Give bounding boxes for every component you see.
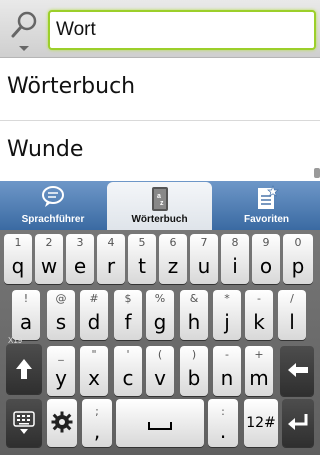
shift-arrow-icon: [16, 359, 32, 379]
tab-label: Sprachführer: [21, 214, 85, 225]
key-c[interactable]: ' c: [114, 346, 142, 396]
svg-text:z: z: [160, 200, 164, 207]
tab-woerterbuch[interactable]: a z Wörterbuch: [107, 182, 212, 230]
key-f[interactable]: $ f: [114, 290, 142, 340]
tab-favoriten[interactable]: Favoriten: [213, 181, 320, 230]
space-key[interactable]: [116, 399, 204, 447]
key-m[interactable]: + m: [245, 346, 273, 396]
key-k[interactable]: -k: [245, 290, 273, 340]
keyboard-icon: [13, 411, 35, 434]
space-bar-icon: [148, 422, 172, 430]
key-n[interactable]: -n: [213, 346, 241, 396]
tab-label: Wörterbuch: [131, 214, 188, 225]
favorites-list-icon: [257, 185, 279, 209]
result-item-text: Wunde: [7, 137, 84, 162]
key-e[interactable]: 3e: [66, 234, 94, 284]
scrollbar[interactable]: [314, 168, 320, 178]
key-v[interactable]: (v: [146, 346, 174, 396]
key-h[interactable]: & h: [180, 290, 208, 340]
key-z[interactable]: 6z: [159, 234, 187, 284]
result-item[interactable]: Wunde: [0, 121, 320, 184]
dictionary-book-icon: a z: [151, 187, 168, 211]
key-x[interactable]: " x: [80, 346, 108, 396]
tab-bar: Sprachführer a z Wörterbuch Favoriten: [0, 181, 320, 230]
keyboard-switch-key[interactable]: [6, 399, 42, 447]
enter-arrow-icon: [288, 414, 308, 430]
key-u[interactable]: 7u: [190, 234, 218, 284]
result-item[interactable]: Wörterbuch: [0, 58, 320, 121]
backspace-key[interactable]: [280, 346, 314, 396]
key-a[interactable]: ! a: [12, 290, 40, 340]
key-b[interactable]: ) b: [180, 346, 208, 396]
result-item-text: Wörterbuch: [7, 74, 136, 99]
tab-label: Favoriten: [243, 214, 289, 225]
key-o[interactable]: 9o: [252, 234, 280, 284]
key-t[interactable]: 5t: [128, 234, 156, 284]
search-field[interactable]: [48, 10, 316, 50]
settings-key[interactable]: [47, 399, 77, 447]
key-r[interactable]: 4r: [97, 234, 125, 284]
key-l[interactable]: / l: [278, 290, 306, 340]
key-d[interactable]: # d: [80, 290, 108, 340]
key-period[interactable]: :.: [208, 399, 238, 447]
svg-text:a: a: [157, 193, 161, 200]
search-bar: [0, 0, 320, 58]
key-w[interactable]: 2w: [35, 234, 63, 284]
key-s[interactable]: @ s: [47, 290, 75, 340]
key-j[interactable]: * j: [213, 290, 241, 340]
shift-key[interactable]: [6, 344, 42, 394]
key-q[interactable]: 1q: [4, 234, 32, 284]
search-icon[interactable]: [6, 8, 42, 52]
key-y[interactable]: _ y: [47, 346, 75, 396]
keyboard: 1q 2w 3e 4r 5t 6z 7u 8i 9o 0p ! a @ s # d $…: [0, 230, 320, 455]
key-i[interactable]: 8i: [221, 234, 249, 284]
magnifier-icon: [11, 11, 37, 51]
symbols-key[interactable]: 12#: [244, 399, 278, 447]
key-g[interactable]: % g: [146, 290, 174, 340]
search-input[interactable]: [50, 12, 314, 48]
backspace-arrow-icon: [288, 363, 308, 377]
speech-bubble-icon: [42, 186, 64, 207]
enter-key[interactable]: [282, 399, 314, 447]
key-comma[interactable]: ;,: [82, 399, 112, 447]
key-p[interactable]: 0p: [283, 234, 313, 284]
gear-icon: [51, 411, 73, 433]
tab-sprachfuehrer[interactable]: Sprachführer: [0, 181, 106, 230]
